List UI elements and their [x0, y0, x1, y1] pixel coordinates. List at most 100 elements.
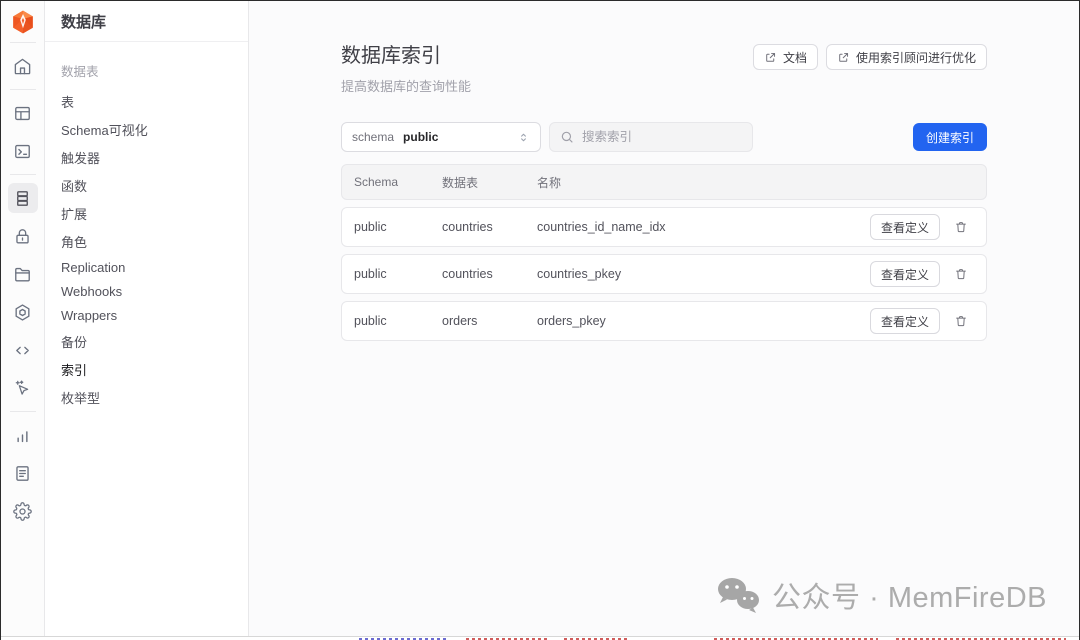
docs-button-label: 文档: [782, 50, 807, 65]
row-actions: 查看定义: [869, 214, 974, 240]
sidebar-item-backups[interactable]: 备份: [45, 327, 248, 355]
cell-schema: public: [354, 267, 387, 281]
schema-select-value: public: [403, 130, 439, 144]
hexagon-functions-icon: [15, 303, 30, 321]
cell-table: orders: [442, 314, 478, 328]
index-advisor-button-label: 使用索引顾问进行优化: [855, 50, 976, 65]
controls-row: schema public 创建索引: [341, 122, 987, 152]
sidebar-item-webhooks[interactable]: Webhooks: [45, 279, 248, 303]
delete-index-button[interactable]: [948, 308, 974, 334]
database-sidebar: 数据库 数据表 表 Schema可视化 触发器 函数 扩展 角色 Replica…: [45, 1, 249, 640]
table-header-row: Schema 数据表 名称: [341, 164, 987, 200]
document-icon: [16, 465, 29, 481]
column-header-schema: Schema: [354, 175, 399, 189]
sidebar-item-triggers[interactable]: 触发器: [45, 143, 248, 171]
rail-divider: [9, 174, 36, 175]
page-header-actions: 文档 使用索引顾问进行优化: [752, 44, 987, 70]
trash-icon: [956, 222, 966, 233]
wechat-icon: [718, 578, 760, 613]
index-advisor-button[interactable]: 使用索引顾问进行优化: [825, 44, 987, 70]
page-header-titles: 数据库索引 提高数据库的查询性能: [341, 39, 471, 95]
rail-divider: [9, 89, 36, 90]
sidebar-menu: 数据表 表 Schema可视化 触发器 函数 扩展 角色 Replication…: [45, 42, 248, 425]
page-title: 数据库索引: [341, 45, 441, 67]
memfiredb-logo-icon: [12, 10, 33, 34]
view-definition-button[interactable]: 查看定义: [869, 261, 940, 287]
external-link-icon: [766, 52, 776, 62]
sidebar-item-replication[interactable]: Replication: [45, 255, 248, 279]
sidebar-item-tables[interactable]: 表: [45, 87, 248, 115]
sidebar-item-extensions[interactable]: 扩展: [45, 199, 248, 227]
rail-home-button[interactable]: [8, 51, 38, 81]
clipped-bottom-strip: [1, 636, 1079, 640]
icon-rail: [1, 1, 45, 640]
rail-sql-editor-button[interactable]: [8, 136, 38, 166]
indexes-table: Schema 数据表 名称 public countries countries…: [341, 164, 987, 341]
trash-icon: [956, 269, 966, 280]
delete-index-button[interactable]: [948, 214, 974, 240]
delete-index-button[interactable]: [948, 261, 974, 287]
cursor-sparkle-icon: [15, 380, 29, 395]
database-icon: [17, 190, 28, 206]
row-actions: 查看定义: [869, 308, 974, 334]
page-subtitle: 提高数据库的查询性能: [341, 79, 472, 94]
view-definition-button[interactable]: 查看定义: [869, 214, 940, 240]
search-box: [549, 122, 753, 152]
external-link-icon: [839, 52, 849, 62]
cell-index-name: countries_pkey: [537, 267, 622, 281]
cell-schema: public: [354, 314, 387, 328]
column-header-table: 数据表: [442, 175, 479, 190]
sidebar-item-indexes[interactable]: 索引: [45, 355, 248, 383]
code-brackets-icon: [16, 346, 29, 354]
chevron-up-down-icon: [517, 131, 530, 144]
row-actions: 查看定义: [869, 261, 974, 287]
column-header-name: 名称: [537, 175, 562, 190]
rail-reports-button[interactable]: [8, 420, 38, 450]
sidebar-item-enumerated-types[interactable]: 枚举型: [45, 383, 248, 411]
rail-api-button[interactable]: [8, 335, 38, 365]
rail-database-button[interactable]: [7, 183, 38, 213]
bar-chart-icon: [17, 430, 28, 442]
sidebar-item-functions[interactable]: 函数: [45, 171, 248, 199]
rail-divider: [9, 411, 36, 412]
cell-index-name: orders_pkey: [537, 314, 606, 328]
search-indexes-input[interactable]: [582, 130, 742, 144]
schema-select-label: schema: [352, 130, 395, 144]
sidebar-item-wrappers[interactable]: Wrappers: [45, 303, 248, 327]
rail-logs-button[interactable]: [8, 458, 38, 488]
sidebar-item-schema-visualizer[interactable]: Schema可视化: [45, 115, 248, 143]
rail-divider: [9, 42, 36, 43]
cell-schema: public: [354, 220, 387, 234]
app-window: 数据库 数据表 表 Schema可视化 触发器 函数 扩展 角色 Replica…: [0, 0, 1080, 640]
view-definition-button[interactable]: 查看定义: [869, 308, 940, 334]
docs-button[interactable]: 文档: [752, 44, 818, 70]
memfiredb-logo[interactable]: [9, 8, 37, 36]
schema-select[interactable]: schema public: [341, 122, 541, 152]
rail-settings-button[interactable]: [8, 496, 38, 526]
table-row: public countries countries_id_name_idx 查…: [341, 207, 987, 247]
rail-storage-button[interactable]: [8, 259, 38, 289]
folder-icon: [15, 267, 30, 282]
table-row: public countries countries_pkey 查看定义: [341, 254, 987, 294]
create-index-button[interactable]: 创建索引: [912, 123, 987, 151]
cell-table: countries: [442, 220, 493, 234]
table-editor-icon: [15, 106, 30, 120]
sidebar-title: 数据库: [45, 1, 248, 42]
watermark-text: 公众号 · MemFireDB: [772, 582, 1047, 614]
rail-authentication-button[interactable]: [8, 221, 38, 251]
cell-index-name: countries_id_name_idx: [537, 220, 666, 234]
rail-table-editor-button[interactable]: [8, 98, 38, 128]
table-row: public orders orders_pkey 查看定义: [341, 301, 987, 341]
lock-icon: [16, 228, 29, 244]
indexes-page: 数据库索引 提高数据库的查询性能 文档 使用索引顾问进行优化 schema pu…: [341, 1, 987, 341]
sidebar-item-roles[interactable]: 角色: [45, 227, 248, 255]
main-panel: 数据库索引 提高数据库的查询性能 文档 使用索引顾问进行优化 schema pu…: [249, 1, 1079, 640]
trash-icon: [956, 316, 966, 327]
rail-edge-functions-button[interactable]: [8, 297, 38, 327]
sql-editor-icon: [15, 144, 30, 158]
watermark: 公众号 · MemFireDB: [715, 574, 1047, 616]
cell-table: countries: [442, 267, 493, 281]
rail-ai-assistant-button[interactable]: [8, 373, 38, 403]
home-icon: [14, 58, 31, 74]
search-icon: [561, 131, 573, 143]
